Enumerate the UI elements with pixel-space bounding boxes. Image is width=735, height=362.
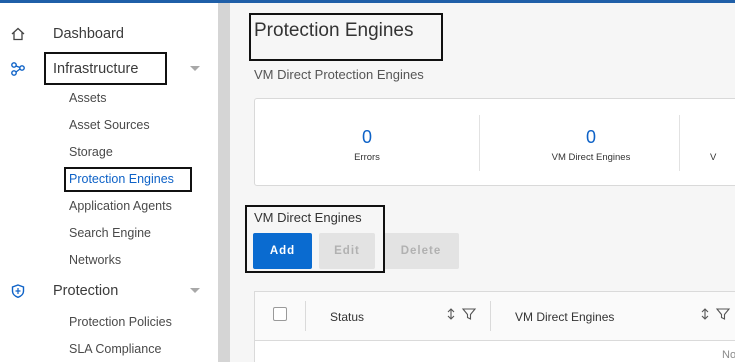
shield-icon: [10, 283, 26, 299]
sidebar-item-application-agents[interactable]: Application Agents: [69, 196, 172, 216]
highlight-protection-engines: [64, 167, 192, 192]
select-all-checkbox[interactable]: [273, 307, 287, 321]
metric-caption: VM Direct Engines: [551, 152, 631, 163]
column-header-vm-direct-engines[interactable]: VM Direct Engines: [515, 310, 614, 324]
delete-button[interactable]: Delete: [383, 233, 459, 269]
metric-caption: Errors: [354, 152, 380, 163]
sidebar-item-storage[interactable]: Storage: [69, 142, 113, 162]
metric-value: 0: [585, 127, 596, 147]
sidebar-item-search-engine[interactable]: Search Engine: [69, 223, 151, 243]
highlight-page-title: [249, 13, 443, 61]
metric-vm-direct-engines[interactable]: 0 VM Direct Engines: [479, 99, 703, 187]
divider: [679, 115, 680, 171]
sidebar-item-label: Protection: [53, 283, 119, 299]
filter-icon[interactable]: [715, 306, 731, 322]
infrastructure-icon: [10, 61, 26, 77]
section-subtitle: VM Direct Protection Engines: [254, 67, 424, 82]
metric-errors[interactable]: 0 Errors: [255, 99, 479, 187]
sidebar-item-protection-policies[interactable]: Protection Policies: [69, 312, 172, 332]
sidebar-item-label: Dashboard: [53, 26, 124, 42]
sidebar-item-sla-compliance[interactable]: SLA Compliance: [69, 339, 161, 359]
metric-value: 0: [361, 127, 372, 147]
chevron-down-icon[interactable]: [190, 288, 200, 293]
sidebar-item-networks[interactable]: Networks: [69, 250, 121, 270]
column-header-status[interactable]: Status: [330, 310, 364, 324]
filter-icon[interactable]: [461, 306, 477, 322]
column-separator: [490, 301, 491, 331]
sidebar-scrollbar[interactable]: [218, 3, 230, 362]
sort-icon[interactable]: [697, 306, 713, 322]
sidebar: Dashboard Infrastructure Assets Asset So…: [0, 3, 218, 362]
highlight-infrastructure: [44, 52, 167, 85]
sort-icon[interactable]: [443, 306, 459, 322]
table-body: [254, 341, 735, 362]
sidebar-item-asset-sources[interactable]: Asset Sources: [69, 115, 150, 135]
column-separator: [305, 301, 306, 331]
chevron-down-icon[interactable]: [190, 66, 200, 71]
empty-table-message: No: [722, 349, 735, 361]
highlight-engines-actions: [245, 205, 385, 273]
home-icon: [10, 26, 26, 42]
metric-partial[interactable]: V: [703, 99, 735, 187]
sidebar-item-dashboard[interactable]: Dashboard: [0, 21, 218, 47]
metric-caption: V: [710, 152, 717, 163]
table-header: [254, 291, 735, 341]
summary-card: 0 Errors 0 VM Direct Engines V: [254, 98, 735, 186]
sidebar-item-protection[interactable]: Protection: [0, 278, 218, 304]
sidebar-item-assets[interactable]: Assets: [69, 88, 107, 108]
